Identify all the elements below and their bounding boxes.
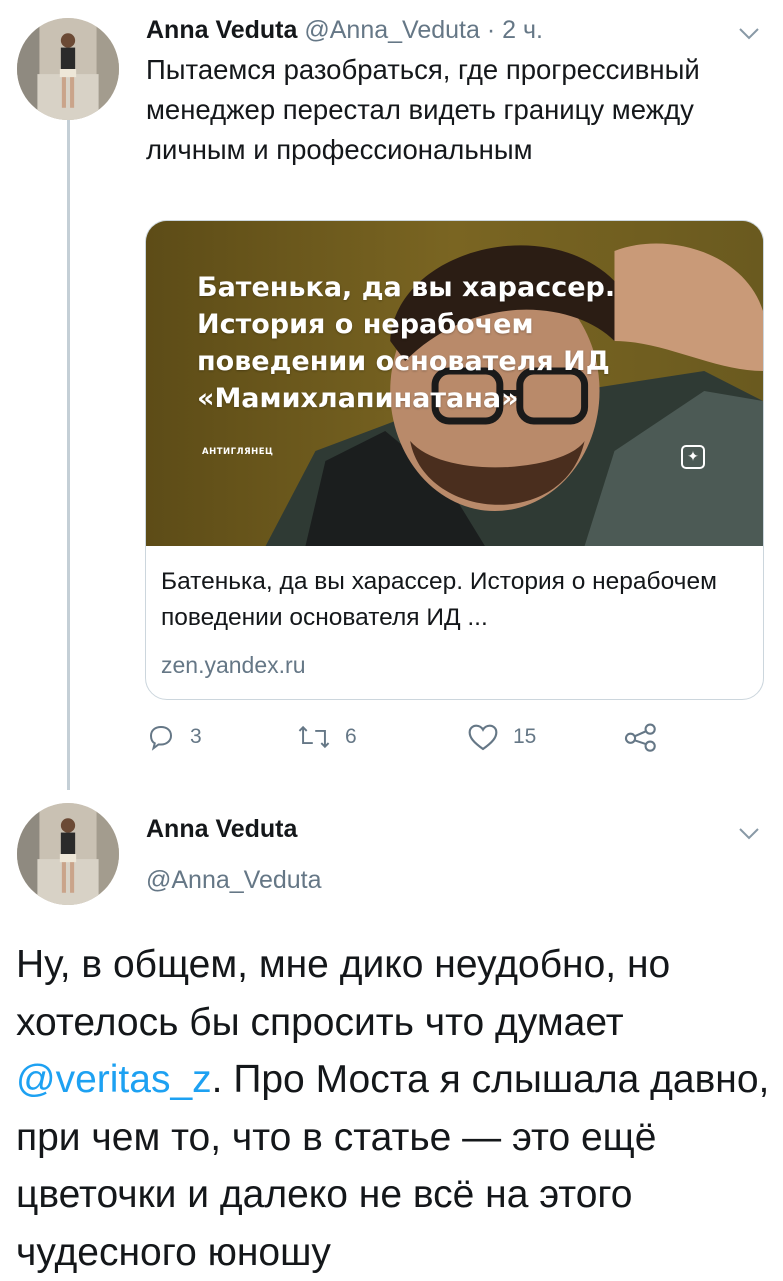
card-domain: zen.yandex.ru — [161, 652, 306, 678]
like-button[interactable]: 15 — [467, 722, 536, 752]
tweet-header: Anna Veduta @Anna_Veduta · 2 ч. — [146, 14, 543, 46]
tweet-text: Ну, в общем, мне дико неудобно, но хотел… — [16, 936, 776, 1281]
like-count: 15 — [513, 725, 537, 748]
separator: · — [486, 16, 496, 44]
author-handle[interactable]: @Anna_Veduta — [304, 16, 480, 44]
card-image-source: АНТИГЛЯНЕЦ — [202, 447, 274, 457]
retweet-button[interactable]: 6 — [297, 722, 357, 752]
mention-link[interactable]: @veritas_z — [16, 1058, 212, 1101]
retweet-count: 6 — [345, 725, 357, 748]
author-name[interactable]: Anna Veduta — [146, 815, 297, 844]
link-card[interactable]: Батенька, да вы харассер. История о нера… — [145, 220, 764, 700]
tweet-text: Пытаемся разобраться, где прогрессивный … — [146, 54, 700, 165]
author-handle[interactable]: @Anna_Veduta — [146, 866, 322, 895]
author-name[interactable]: Anna Veduta — [146, 16, 297, 44]
avatar[interactable] — [17, 18, 119, 120]
card-image-headline: Батенька, да вы харассер. История о нера… — [197, 272, 616, 414]
reply-icon — [149, 725, 173, 751]
retweet-icon — [298, 725, 330, 749]
thread-line — [67, 120, 70, 790]
card-image[interactable]: Батенька, да вы харассер. История о нера… — [146, 221, 763, 546]
like-icon — [468, 724, 498, 751]
chevron-down-icon[interactable] — [736, 820, 762, 846]
reply-count: 3 — [190, 725, 202, 748]
avatar-photo — [17, 18, 119, 120]
avatar[interactable] — [17, 803, 119, 905]
zen-icon: ✦ — [681, 445, 705, 469]
share-button[interactable] — [624, 722, 658, 752]
chevron-down-icon[interactable] — [736, 20, 762, 46]
tweet-actions: 3 6 15 — [0, 722, 783, 762]
share-icon — [624, 723, 656, 752]
card-title[interactable]: Батенька, да вы харассер. История о нера… — [161, 564, 751, 636]
reply-button[interactable]: 3 — [146, 722, 202, 752]
tweet-time[interactable]: 2 ч. — [502, 16, 543, 44]
avatar-photo — [17, 803, 119, 905]
tweet-text-part: Ну, в общем, мне дико неудобно, но хотел… — [16, 943, 671, 1044]
